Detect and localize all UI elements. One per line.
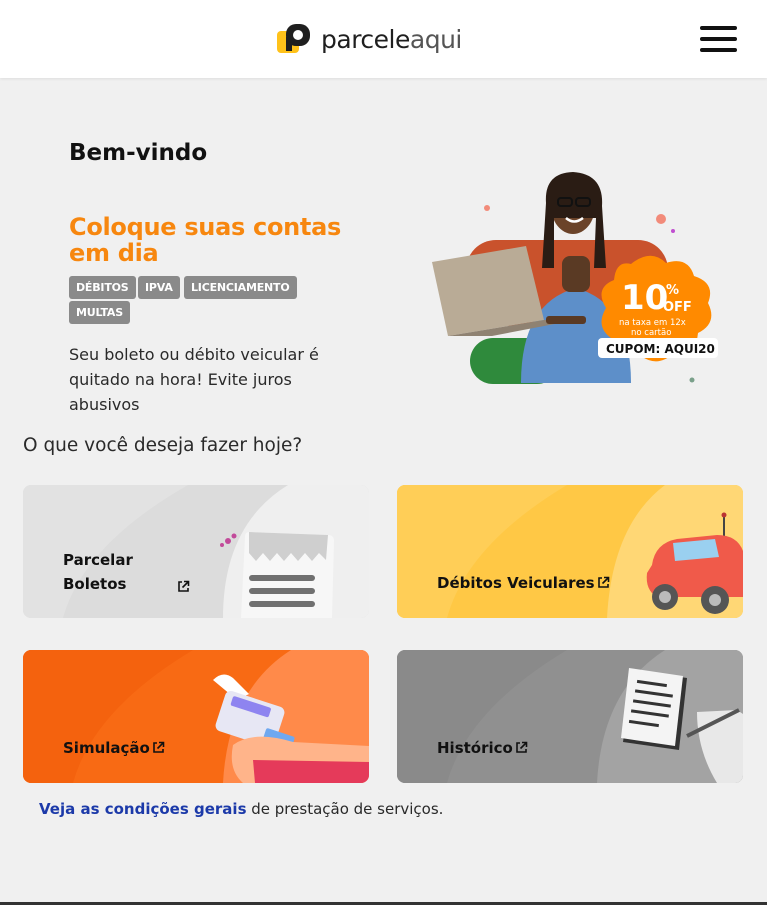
terms-note: Veja as condições gerais de prestação de…: [39, 800, 443, 818]
card-parcelar-boletos[interactable]: Parcelar Boletos: [23, 485, 369, 618]
promo-line1: na taxa em 12x: [619, 318, 686, 328]
card-debitos-text: Débitos Veiculares: [437, 574, 595, 592]
card-historico-text: Histórico: [437, 739, 513, 757]
card-historico-label: Histórico: [437, 736, 528, 761]
external-link-icon: [152, 737, 165, 761]
logo-text-aqui: aqui: [409, 24, 462, 54]
card-debitos-label: Débitos Veiculares: [437, 571, 610, 596]
terms-rest-text: de prestação de serviços.: [246, 800, 444, 818]
promo-off: OFF: [663, 300, 692, 315]
tag-debitos: DÉBITOS: [69, 276, 136, 299]
promo-percent-sign: %: [666, 283, 679, 298]
logo-mark-icon: [277, 23, 313, 55]
top-header: parceleaqui: [0, 0, 767, 78]
promo-percent: 10: [621, 278, 668, 318]
welcome-heading: Bem-vindo: [69, 140, 208, 166]
card-parcelar-line1: Parcelar: [63, 551, 133, 569]
hero-illustration: 10 % OFF na taxa em 12x no cartão CUPOM:…: [426, 168, 726, 390]
hero-headline: Coloque suas contas em dia: [69, 213, 341, 267]
external-link-icon: [515, 737, 528, 761]
card-simulacao-text: Simulação: [63, 739, 150, 757]
card-debitos-veiculares[interactable]: Débitos Veiculares: [397, 485, 743, 618]
card-simulacao[interactable]: Simulação: [23, 650, 369, 783]
external-link-icon: [177, 576, 190, 600]
logo-wordmark: parceleaqui: [321, 25, 462, 54]
logo-text-parcele: parcele: [321, 24, 410, 54]
tag-ipva: IPVA: [138, 276, 180, 299]
hamburger-menu-icon[interactable]: [700, 26, 738, 52]
card-historico[interactable]: Histórico: [397, 650, 743, 783]
card-parcelar-boletos-label: Parcelar Boletos: [63, 548, 190, 596]
tag-licenciamento: LICENCIAMENTO: [184, 276, 297, 299]
parceleaqui-logo[interactable]: parceleaqui: [277, 22, 462, 56]
card-simulacao-label: Simulação: [63, 736, 165, 761]
external-link-icon: [597, 572, 610, 596]
tag-multas: MULTAS: [69, 301, 130, 324]
promo-line2: no cartão: [631, 328, 671, 338]
card-parcelar-line2: Boletos: [63, 575, 127, 593]
terms-link[interactable]: Veja as condições gerais: [39, 800, 247, 818]
question-heading: O que você deseja fazer hoje?: [23, 435, 303, 456]
promo-coupon: CUPOM: AQUI20: [606, 342, 715, 356]
hero-description: Seu boleto ou débito veicular é quitado …: [69, 345, 319, 414]
